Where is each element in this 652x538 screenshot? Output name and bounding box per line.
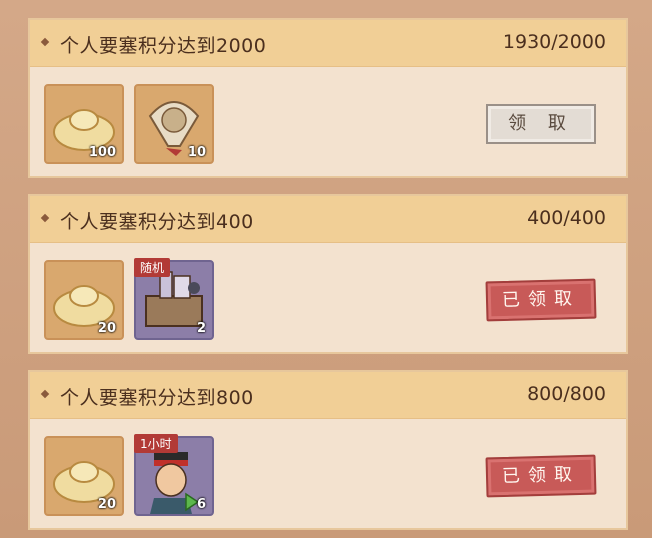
item-tag: 1小时 xyxy=(134,434,178,453)
card-progress: 800/800 xyxy=(527,383,606,405)
item-tag: 随机 xyxy=(134,258,171,277)
claimed-stamp: 已领取 xyxy=(485,278,597,322)
claim-button[interactable]: 领 取 xyxy=(486,104,596,144)
item-quantity: 10 xyxy=(187,145,206,160)
item-quantity: 100 xyxy=(88,145,116,160)
reward-item-gold-ingot[interactable]: 20 xyxy=(44,436,124,516)
reward-item-speedup[interactable]: 1小时 6 xyxy=(134,434,214,516)
item-quantity: 2 xyxy=(196,321,206,336)
reward-item-gold-ingot[interactable]: 20 xyxy=(44,260,124,340)
item-quantity: 20 xyxy=(97,497,116,512)
reward-item-gold-ingot[interactable]: 100 xyxy=(44,84,124,164)
reward-card-800: 个人要塞积分达到800 800/800 20 1小时 6 已领取 xyxy=(28,370,628,530)
reward-item-random-chest[interactable]: 随机 2 xyxy=(134,258,214,340)
card-title: 个人要塞积分达到400 xyxy=(60,211,254,233)
card-header: 个人要塞积分达到2000 1930/2000 xyxy=(30,20,626,67)
card-progress: 1930/2000 xyxy=(502,31,606,53)
card-progress: 400/400 xyxy=(527,207,606,229)
reward-card-2000: 个人要塞积分达到2000 1930/2000 100 10 领 取 xyxy=(28,18,628,178)
item-quantity: 20 xyxy=(97,321,116,336)
diamond-icon xyxy=(40,389,50,399)
card-header: 个人要塞积分达到800 800/800 xyxy=(30,372,626,419)
reward-card-400: 个人要塞积分达到400 400/400 20 随机 2 已领取 xyxy=(28,194,628,354)
item-quantity: 6 xyxy=(196,497,206,512)
diamond-icon xyxy=(40,37,50,47)
diamond-icon xyxy=(40,213,50,223)
card-title: 个人要塞积分达到2000 xyxy=(60,35,267,57)
card-header: 个人要塞积分达到400 400/400 xyxy=(30,196,626,243)
reward-item-fan[interactable]: 10 xyxy=(134,84,214,164)
claimed-stamp: 已领取 xyxy=(485,454,597,498)
card-title: 个人要塞积分达到800 xyxy=(60,387,254,409)
reward-list: 个人要塞积分达到2000 1930/2000 100 10 领 取 个人要塞积分… xyxy=(0,0,652,538)
